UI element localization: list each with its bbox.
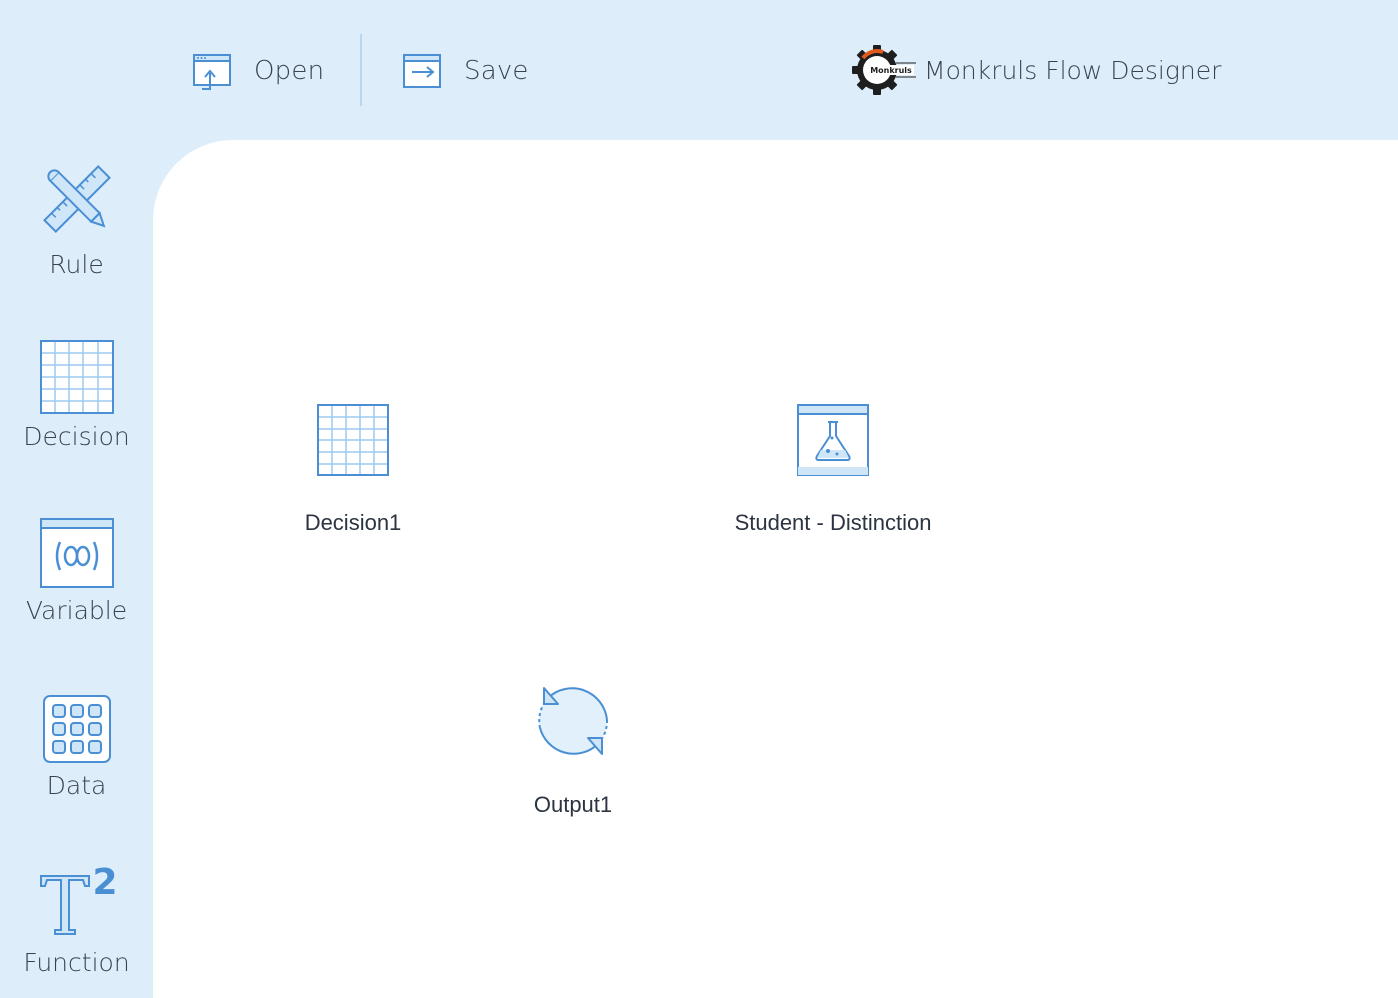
brand: Monkruls Monkruls Flow Designer (852, 44, 1221, 96)
sidebar-item-variable[interactable]: Variable (0, 518, 153, 625)
sidebar-item-label: Function (23, 948, 130, 977)
sidebar-item-label: Data (46, 771, 107, 800)
gear-logo-icon: Monkruls (852, 45, 916, 95)
sidebar-item-function[interactable]: 2 Function (0, 862, 153, 977)
save-file-icon (403, 54, 441, 88)
sidebar-item-decision[interactable]: Decision (0, 340, 153, 451)
refresh-cycle-icon (538, 687, 609, 755)
toolbar-divider (360, 34, 362, 106)
sidebar-item-data[interactable]: Data (0, 695, 153, 800)
app-title: Monkruls Flow Designer (924, 55, 1222, 85)
open-label: Open (254, 56, 325, 86)
sidebar-item-label: Variable (25, 596, 128, 625)
flask-icon (797, 404, 869, 476)
variable-icon (39, 518, 114, 588)
data-grid-icon (42, 695, 111, 763)
open-button[interactable]: Open (192, 48, 324, 94)
brand-logo-text: Monkruls (870, 66, 912, 75)
sidebar-item-label: Rule (49, 250, 104, 279)
pencil-ruler-icon (42, 165, 111, 233)
svg-text:2: 2 (92, 862, 117, 903)
sidebar-item-rule[interactable]: Rule (0, 162, 153, 279)
save-button[interactable]: Save (402, 48, 529, 94)
flow-canvas[interactable]: Decision1 Student - Distinction Output1 (153, 140, 1398, 998)
node-label: Decision1 (304, 510, 402, 535)
function-icon: 2 (39, 862, 117, 935)
node-decision1[interactable]: Decision1 (301, 404, 405, 536)
node-student-distinction[interactable]: Student - Distinction (713, 404, 953, 536)
toolbar: Open Save Monkruls Monkruls Flow Designe… (0, 0, 1398, 140)
node-label: Student - Distinction (734, 510, 932, 535)
node-label: Output1 (533, 792, 613, 817)
sidebar-item-label: Decision (23, 422, 130, 451)
node-output1[interactable]: Output1 (521, 684, 625, 818)
save-label: Save (464, 56, 529, 86)
sidebar: Rule Decision Variable Data 2 Function (0, 140, 153, 998)
grid-table-icon (317, 404, 389, 476)
grid-table-icon (39, 340, 114, 414)
open-file-icon (193, 54, 231, 90)
